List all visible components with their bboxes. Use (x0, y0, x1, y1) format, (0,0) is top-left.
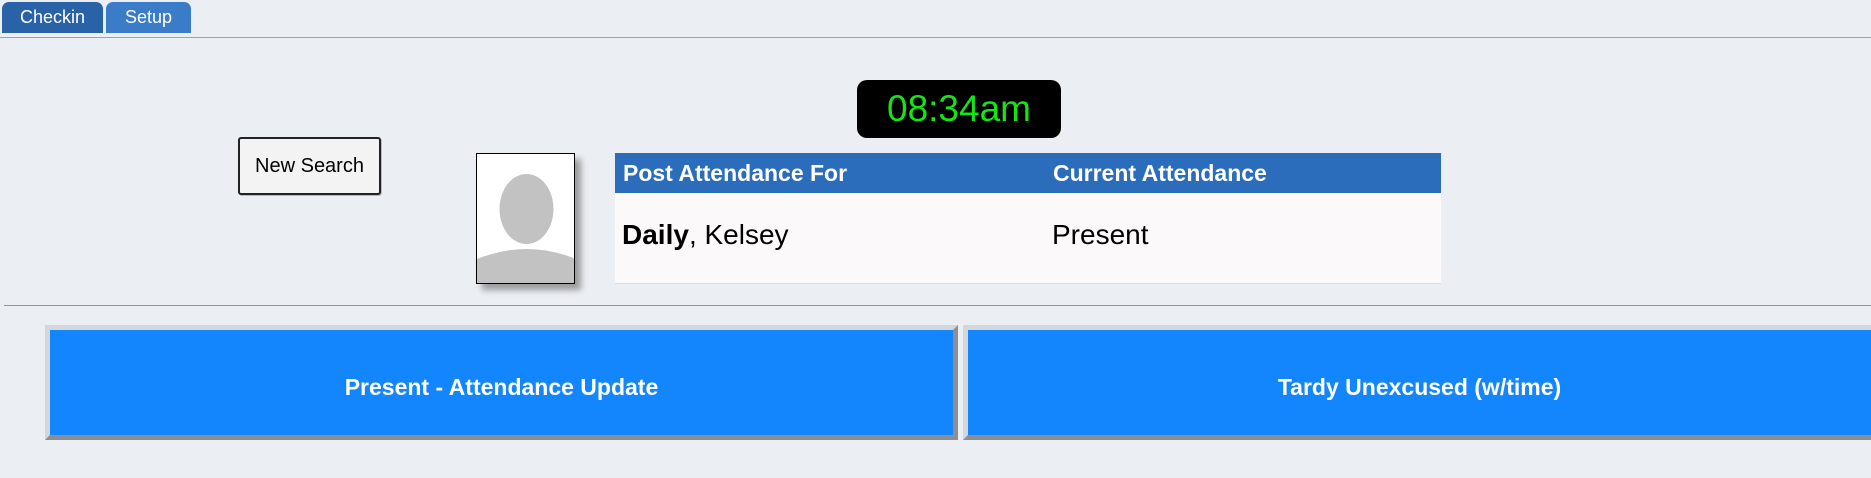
header-current-attendance: Current Attendance (1053, 160, 1267, 186)
current-attendance-status: Present (1052, 219, 1149, 250)
person-placeholder-icon (477, 154, 574, 283)
present-attendance-update-button[interactable]: Present - Attendance Update (45, 325, 958, 440)
student-name: Daily, Kelsey (622, 219, 789, 251)
checkin-page: Checkin Setup 08:34am New Search Post At… (0, 0, 1871, 478)
attendance-table-header: Post Attendance For Current Attendance (615, 153, 1441, 193)
student-last-name: Daily (622, 219, 689, 250)
header-post-attendance-for: Post Attendance For (623, 160, 848, 186)
new-search-button[interactable]: New Search (238, 137, 381, 195)
name-separator: , (688, 219, 705, 250)
tab-checkin[interactable]: Checkin (2, 2, 103, 33)
clock-display: 08:34am (857, 80, 1061, 138)
student-first-name: Kelsey (704, 219, 789, 250)
tab-setup[interactable]: Setup (106, 2, 191, 33)
tab-bar: Checkin Setup (0, 0, 1871, 38)
table-row: Daily, Kelsey Present (615, 193, 1441, 284)
attendance-table: Post Attendance For Current Attendance D… (615, 153, 1441, 284)
section-divider (4, 305, 1871, 306)
student-photo (476, 153, 575, 284)
tardy-unexcused-button[interactable]: Tardy Unexcused (w/time) (963, 325, 1871, 440)
